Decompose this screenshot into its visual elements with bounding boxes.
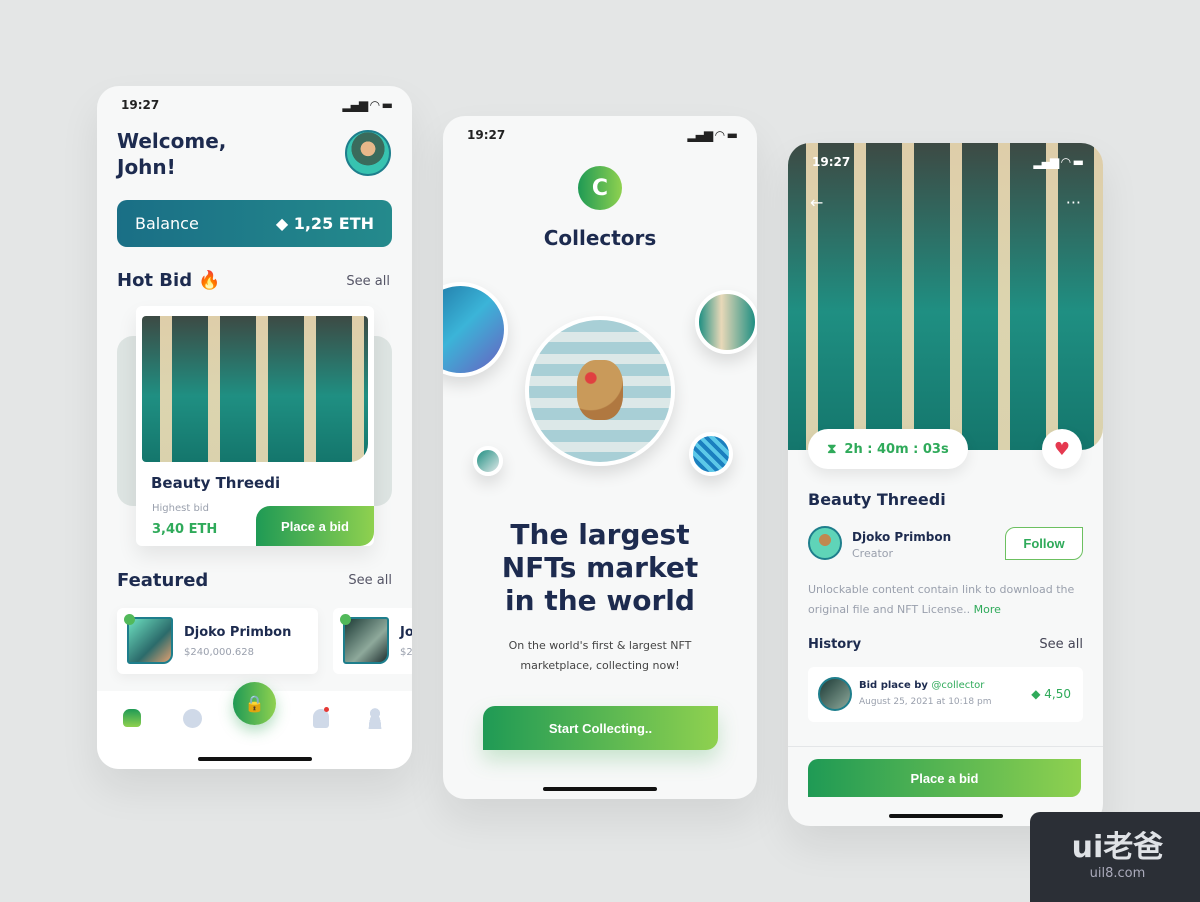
hot-bid-see-all[interactable]: See all	[346, 274, 390, 289]
verified-icon	[340, 614, 351, 625]
status-time: 19:27	[467, 128, 506, 142]
monkey-figure	[577, 360, 623, 420]
app-logo: C	[578, 166, 622, 210]
highest-bid-value: 3,40 ETH	[152, 522, 218, 537]
eth-icon: ◆	[1031, 687, 1045, 701]
user-name: John!	[117, 155, 176, 179]
status-time: 19:27	[812, 155, 851, 169]
detail-screen: 19:27 ▂▄▆ ◠ ▬ ← ··· ⧗ 2h : 40m : 03s ♥ Bea…	[788, 143, 1103, 826]
like-button[interactable]: ♥	[1042, 429, 1082, 469]
subtitle: On the world's first & largest NFT marke…	[508, 639, 692, 672]
bidder-handle[interactable]: @collector	[931, 680, 984, 691]
home-nav-icon[interactable]	[123, 709, 141, 727]
hot-bid-card[interactable]: Beauty Threedi Highest bid 3,40 ETH Plac…	[136, 306, 374, 546]
notification-dot	[324, 707, 329, 712]
bottom-nav: 🔒	[97, 682, 412, 769]
onboarding-screen: 19:27 ▂▄▆ ◠ ▬ C Collectors The largest NF…	[443, 116, 757, 799]
nft-bubble	[473, 446, 503, 476]
profile-nav-icon[interactable]	[367, 708, 383, 729]
hot-bid-title: Hot Bid	[117, 270, 193, 291]
nft-artwork	[142, 316, 368, 462]
bid-amount: 4,50	[1044, 687, 1071, 701]
description: Unlockable content contain link to downl…	[808, 583, 1075, 616]
countdown-timer: ⧗ 2h : 40m : 03s	[808, 429, 968, 469]
start-collecting-button[interactable]: Start Collecting..	[483, 706, 718, 750]
highest-bid-label: Highest bid	[152, 503, 209, 514]
home-indicator	[197, 757, 312, 761]
featured-image	[343, 617, 389, 664]
card-title: Beauty Threedi	[151, 474, 281, 492]
featured-title: Featured	[117, 570, 209, 591]
verified-icon	[124, 614, 135, 625]
nft-bubble	[443, 282, 508, 377]
watermark-url: uil8.com	[1089, 866, 1146, 881]
fire-icon: 🔥	[198, 270, 221, 291]
home-indicator	[543, 787, 657, 791]
balance-value: 1,25 ETH	[293, 214, 374, 233]
headline: The largest NFTs market in the world	[501, 518, 699, 617]
nft-hero-image	[788, 143, 1103, 450]
home-indicator	[888, 814, 1003, 818]
creator-name: Djoko Primbon	[852, 530, 952, 544]
avatar[interactable]	[345, 130, 391, 176]
balance-card[interactable]: Balance ◆ 1,25 ETH	[117, 200, 392, 247]
bidder-avatar	[818, 677, 852, 711]
home-screen: 19:27 ▂▄▆ ◠ ▬ Welcome, John! Balance ◆ 1,…	[97, 86, 412, 769]
status-icons: ▂▄▆ ◠ ▬	[1033, 155, 1084, 169]
follow-button[interactable]: Follow	[1005, 527, 1083, 560]
back-icon[interactable]: ←	[810, 193, 823, 212]
status-icons: ▂▄▆ ◠ ▬	[687, 128, 738, 142]
eth-icon: ◆	[275, 214, 294, 233]
featured-name: Jo	[400, 625, 412, 640]
creator-avatar[interactable]	[808, 526, 842, 560]
featured-item[interactable]: Djoko Primbon $240,000.628	[117, 608, 318, 674]
welcome-text: Welcome,	[117, 129, 227, 153]
history-see-all[interactable]: See all	[1039, 637, 1083, 652]
watermark: ui老爸 uil8.com	[1030, 812, 1200, 902]
featured-image	[127, 617, 173, 664]
nft-bubble	[689, 432, 733, 476]
place-bid-button[interactable]: Place a bid	[256, 506, 374, 546]
history-title: History	[808, 637, 862, 652]
place-bid-button[interactable]: Place a bid	[808, 759, 1081, 797]
nft-main-bubble	[525, 316, 675, 466]
divider	[788, 746, 1103, 747]
history-item[interactable]: Bid place by @collector August 25, 2021 …	[808, 667, 1083, 722]
nft-title: Beauty Threedi	[808, 490, 946, 509]
nft-bubble	[695, 290, 757, 354]
hourglass-icon: ⧗	[827, 441, 837, 457]
featured-value: $240,000.628	[184, 647, 254, 658]
featured-value: $2	[400, 647, 412, 658]
more-link[interactable]: More	[974, 603, 1001, 616]
heart-icon: ♥	[1053, 438, 1071, 460]
creator-role: Creator	[852, 547, 894, 560]
featured-item[interactable]: Jo $2	[333, 608, 412, 674]
status-time: 19:27	[121, 98, 160, 112]
watermark-brand: ui老爸	[1071, 830, 1164, 865]
shop-bag-button[interactable]: 🔒	[233, 682, 276, 725]
bid-prefix: Bid place by	[859, 680, 928, 691]
status-icons: ▂▄▆ ◠ ▬	[342, 98, 393, 112]
featured-see-all[interactable]: See all	[348, 573, 392, 588]
app-name: Collectors	[543, 226, 657, 250]
explore-nav-icon[interactable]	[183, 709, 202, 728]
bid-date: August 25, 2021 at 10:18 pm	[859, 697, 992, 707]
balance-label: Balance	[135, 214, 199, 233]
featured-name: Djoko Primbon	[184, 625, 292, 640]
more-icon[interactable]: ···	[1066, 193, 1081, 212]
